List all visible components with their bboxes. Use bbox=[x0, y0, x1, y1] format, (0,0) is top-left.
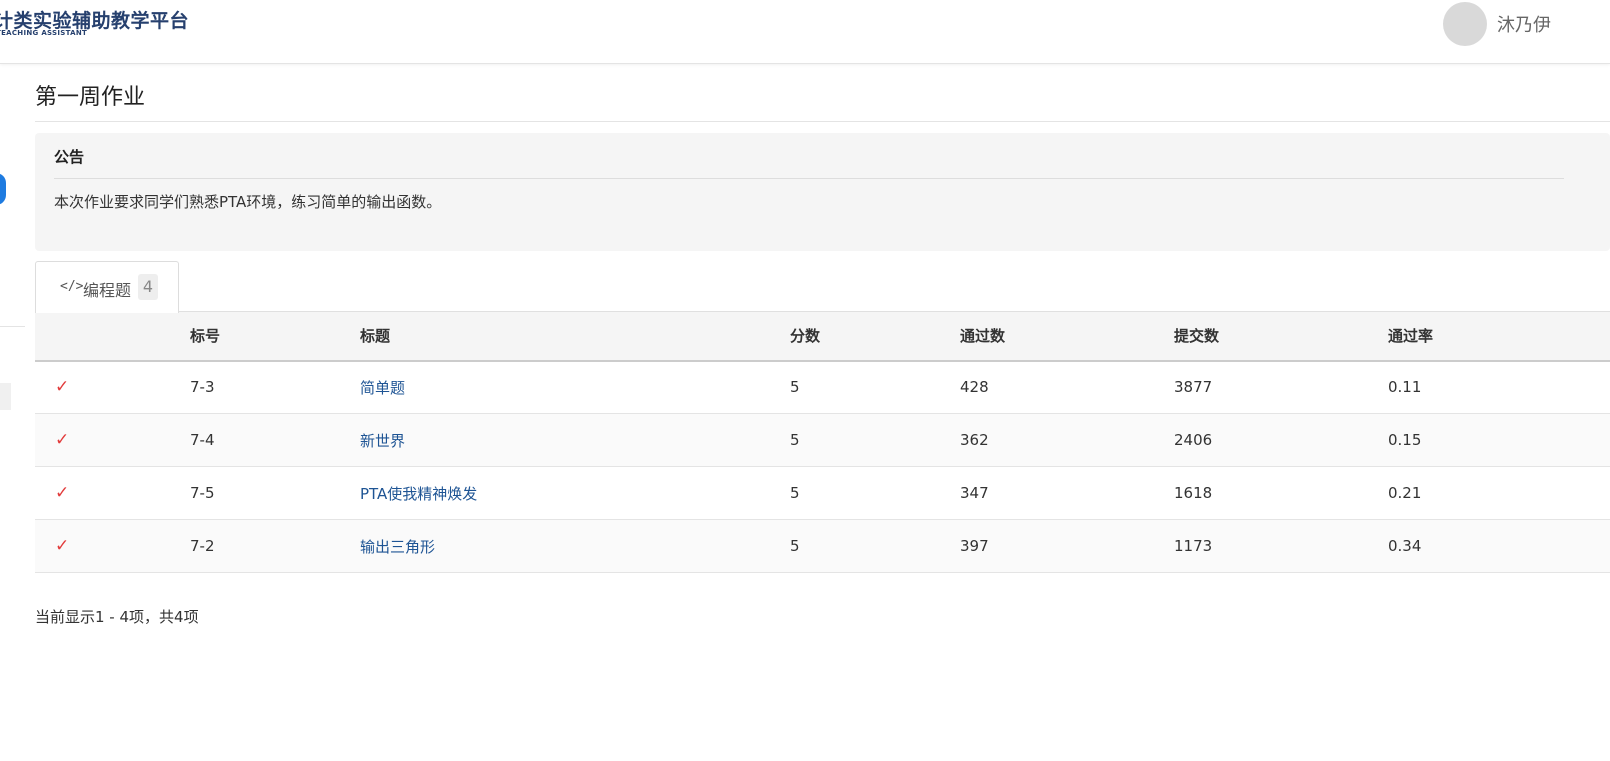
sidebar-divider bbox=[0, 326, 25, 327]
problem-title-link[interactable]: 简单题 bbox=[360, 379, 405, 397]
column-header-id[interactable]: 标号 bbox=[190, 311, 360, 362]
problem-score: 5 bbox=[790, 378, 800, 397]
avatar[interactable] bbox=[1443, 2, 1487, 46]
tab-programming[interactable]: </> 编程题 4 bbox=[35, 261, 179, 313]
problem-title-link[interactable]: 输出三角形 bbox=[360, 538, 435, 556]
check-icon: ✓ bbox=[55, 430, 70, 450]
sidebar-toggle-button[interactable] bbox=[0, 173, 6, 205]
top-bar: 计类实验辅助教学平台 TEACHING ASSISTANT 沐乃伊 bbox=[0, 0, 1610, 64]
problem-passed: 362 bbox=[960, 431, 989, 449]
table-row: ✓ 7-4 新世界 5 362 2406 0.15 bbox=[35, 413, 1610, 467]
problem-title-link[interactable]: 新世界 bbox=[360, 432, 405, 450]
problem-rate: 0.34 bbox=[1388, 537, 1422, 555]
tab-count-badge: 4 bbox=[138, 274, 158, 300]
problem-submitted: 2406 bbox=[1174, 431, 1213, 449]
code-icon: </> bbox=[60, 279, 84, 294]
table-row: ✓ 7-5 PTA使我精神焕发 5 347 1618 0.21 bbox=[35, 467, 1610, 520]
problem-passed: 428 bbox=[960, 378, 989, 397]
notice-panel: 公告 本次作业要求同学们熟悉PTA环境，练习简单的输出函数。 bbox=[35, 133, 1610, 251]
column-header-title[interactable]: 标题 bbox=[360, 311, 790, 362]
pagination-summary: 当前显示1 - 4项，共4项 bbox=[35, 608, 199, 626]
problem-rate: 0.21 bbox=[1388, 484, 1422, 502]
table-row: ✓ 7-3 简单题 5 428 3877 0.11 bbox=[35, 361, 1610, 414]
table-row: ✓ 7-2 输出三角形 5 397 1173 0.34 bbox=[35, 519, 1610, 573]
sidebar-edge-tab[interactable] bbox=[0, 383, 11, 410]
logo-subtitle: TEACHING ASSISTANT bbox=[0, 29, 88, 37]
table-header-row: 标号 标题 分数 通过数 提交数 通过率 bbox=[35, 311, 1610, 362]
notice-body: 本次作业要求同学们熟悉PTA环境，练习简单的输出函数。 bbox=[54, 193, 442, 211]
notice-title: 公告 bbox=[54, 148, 85, 166]
problem-id: 7-4 bbox=[190, 431, 215, 449]
column-header-rate[interactable]: 通过率 bbox=[1388, 311, 1610, 362]
problem-table: 标号 标题 分数 通过数 提交数 通过率 ✓ 7-3 简单题 5 428 387… bbox=[35, 311, 1610, 573]
problem-passed: 347 bbox=[960, 484, 989, 502]
problem-id: 7-3 bbox=[190, 378, 215, 397]
problem-passed: 397 bbox=[960, 537, 989, 555]
tab-label: 编程题 bbox=[83, 281, 132, 300]
check-icon: ✓ bbox=[55, 536, 70, 556]
column-header-score[interactable]: 分数 bbox=[790, 311, 960, 362]
problem-submitted: 1618 bbox=[1174, 484, 1213, 502]
check-icon: ✓ bbox=[55, 483, 70, 503]
user-name[interactable]: 沐乃伊 bbox=[1497, 11, 1551, 37]
column-header-submitted[interactable]: 提交数 bbox=[1174, 311, 1388, 362]
check-icon: ✓ bbox=[55, 377, 70, 398]
column-header-status bbox=[35, 311, 190, 362]
page-title: 第一周作业 bbox=[35, 85, 146, 110]
problem-submitted: 3877 bbox=[1174, 378, 1213, 397]
column-header-passed[interactable]: 通过数 bbox=[960, 311, 1174, 362]
problem-rate: 0.15 bbox=[1388, 431, 1422, 449]
problem-id: 7-2 bbox=[190, 537, 215, 555]
title-divider bbox=[35, 121, 1610, 122]
problem-score: 5 bbox=[790, 431, 800, 449]
problem-score: 5 bbox=[790, 537, 800, 555]
problem-submitted: 1173 bbox=[1174, 537, 1213, 555]
problem-rate: 0.11 bbox=[1388, 378, 1422, 397]
problem-score: 5 bbox=[790, 484, 800, 502]
problem-id: 7-5 bbox=[190, 484, 215, 502]
notice-divider bbox=[54, 178, 1564, 179]
problem-title-link[interactable]: PTA使我精神焕发 bbox=[360, 485, 477, 503]
